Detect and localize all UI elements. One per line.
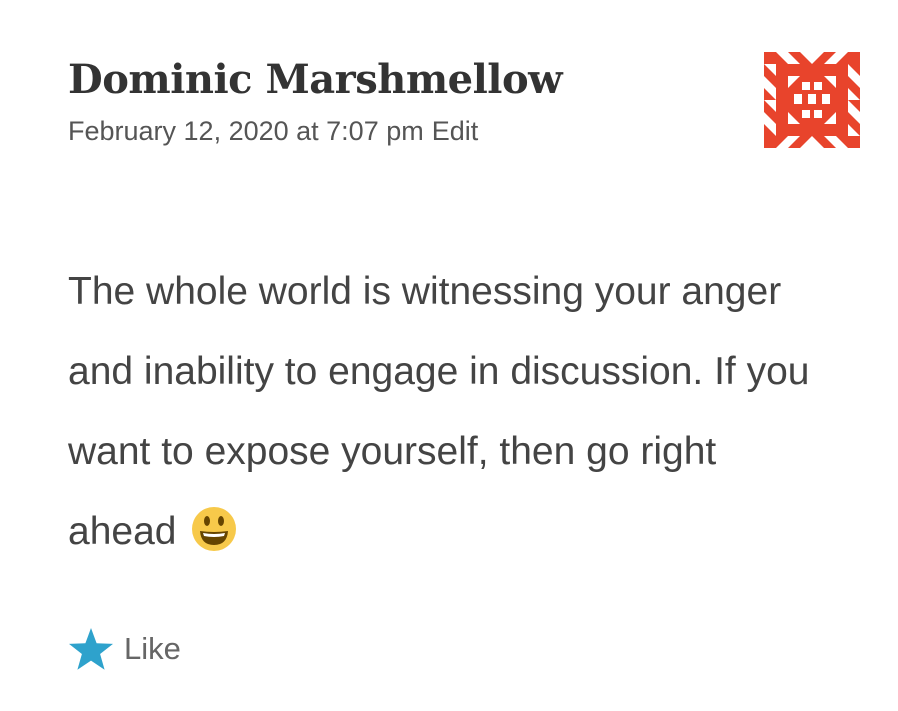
comment-meta: February 12, 2020 at 7:07 pm Edit (68, 116, 478, 147)
comment-text: The whole world is witnessing your anger… (68, 270, 810, 553)
avatar[interactable] (764, 52, 860, 148)
comment: Dominic Marshmellow February 12, 2020 at… (0, 0, 898, 711)
comment-author[interactable]: Dominic Marshmellow (68, 56, 563, 103)
edit-link[interactable]: Edit (432, 116, 479, 146)
like-label: Like (124, 631, 181, 666)
smiley-face-icon (192, 507, 237, 551)
comment-content: The whole world is witnessing your anger… (68, 252, 828, 572)
like-button[interactable]: Like (68, 624, 181, 674)
star-icon (69, 628, 113, 670)
comment-date-link[interactable]: February 12, 2020 at 7:07 pm (68, 116, 424, 146)
